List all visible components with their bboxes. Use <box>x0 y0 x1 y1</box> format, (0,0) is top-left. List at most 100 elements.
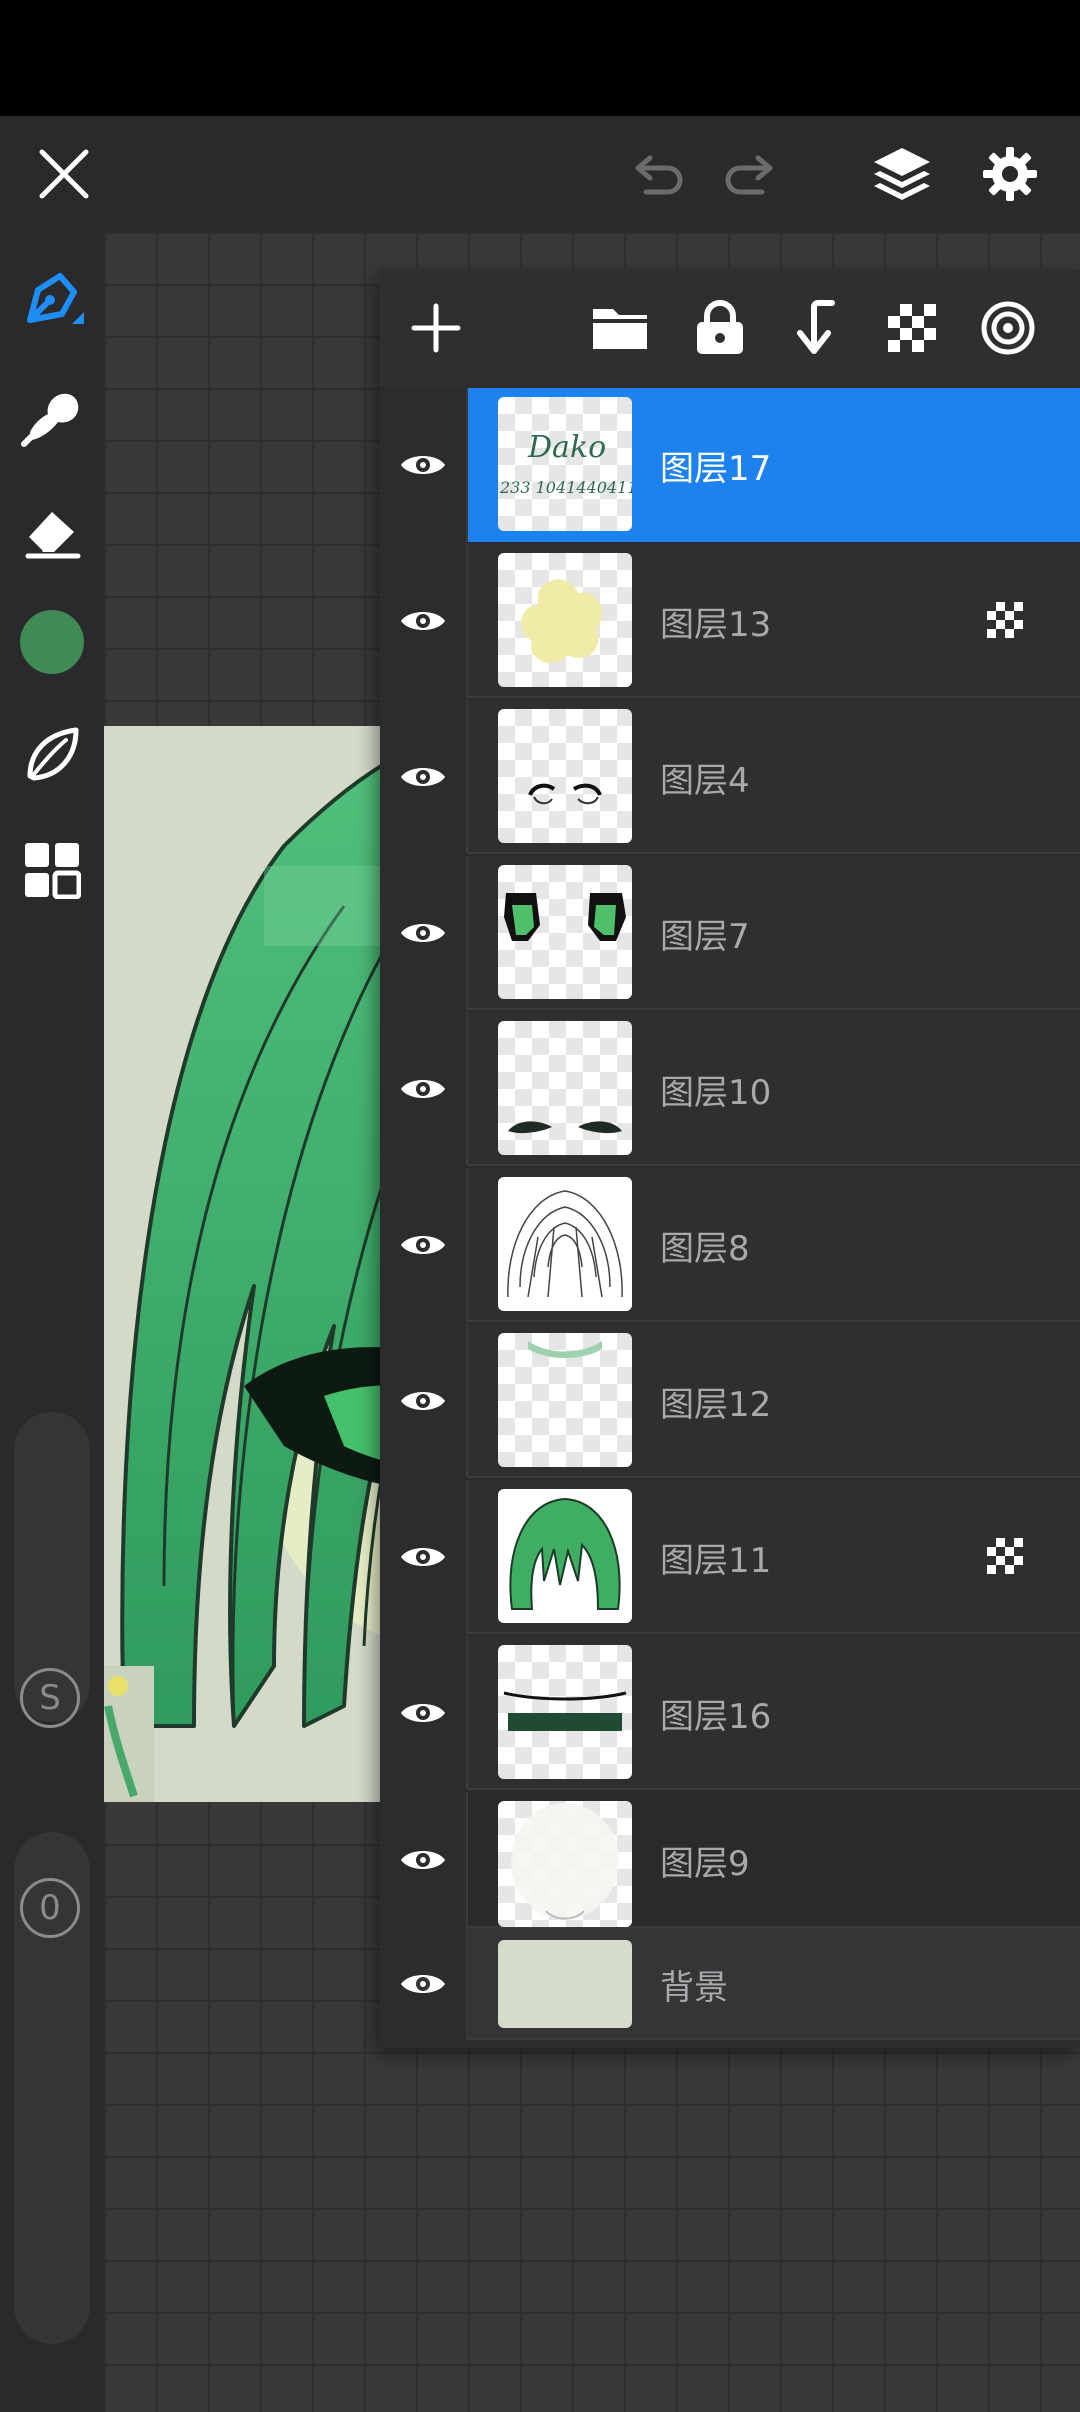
eye-icon <box>401 1080 445 1098</box>
merge-down-icon <box>797 300 835 354</box>
layer-visibility-toggle[interactable] <box>380 1480 468 1634</box>
brush-opacity-label: 0 <box>20 1878 80 1938</box>
color-swatch <box>20 610 84 674</box>
layer-name: 图层4 <box>660 760 750 801</box>
layer-row[interactable]: 图层9 <box>380 1792 1080 1928</box>
layer-thumbnail <box>498 1489 632 1623</box>
leaf-icon <box>27 727 79 781</box>
eye-icon <box>401 456 445 474</box>
undo-button[interactable] <box>608 116 704 232</box>
eye-icon <box>401 924 445 942</box>
redo-icon <box>725 155 773 195</box>
background-color-swatch <box>498 1940 632 2028</box>
layer-name: 图层13 <box>660 604 772 645</box>
layer-name: 图层16 <box>660 1696 772 1737</box>
layer-visibility-toggle[interactable] <box>380 1168 468 1322</box>
layer-visibility-toggle[interactable] <box>380 1792 468 1928</box>
redo-button[interactable] <box>704 116 800 232</box>
left-toolbar: S 0 <box>0 232 104 2412</box>
eye-icon <box>401 768 445 786</box>
layer-row[interactable]: 图层16 <box>380 1636 1080 1790</box>
gear-icon <box>983 147 1037 201</box>
eye-icon <box>401 1236 445 1254</box>
layer-name: 图层10 <box>660 1072 772 1113</box>
layer-row[interactable]: 图层10 <box>380 1012 1080 1166</box>
layer-visibility-toggle[interactable] <box>380 1324 468 1478</box>
thumb-signature-sub: 233 1041440411 <box>499 478 632 497</box>
layer-row[interactable]: 图层12 <box>380 1324 1080 1478</box>
layer-visibility-toggle[interactable] <box>380 1012 468 1166</box>
layer-row[interactable]: 图层7 <box>380 856 1080 1010</box>
close-icon <box>39 149 89 199</box>
blend-mode-icon <box>981 301 1035 355</box>
layer-row[interactable]: 图层13 <box>380 544 1080 698</box>
layer-thumbnail <box>498 1801 632 1927</box>
new-group-button[interactable] <box>580 288 660 368</box>
status-bar <box>0 0 1080 116</box>
eye-icon <box>401 612 445 630</box>
merge-down-button[interactable] <box>776 288 856 368</box>
eye-icon <box>401 1975 445 1993</box>
thumb-signature: Dako <box>527 430 606 465</box>
smudge-tool-button[interactable] <box>0 366 104 466</box>
layer-visibility-toggle[interactable] <box>380 856 468 1010</box>
settings-button[interactable] <box>962 116 1058 232</box>
layer-name: 背景 <box>660 1967 728 2008</box>
color-picker-button[interactable] <box>0 592 104 692</box>
layer-name: 图层17 <box>660 448 772 489</box>
layer-row[interactable]: 图层4 <box>380 700 1080 854</box>
gallery-menu-button[interactable] <box>0 820 104 920</box>
layers-icon <box>874 148 930 200</box>
layer-thumbnail <box>498 553 632 687</box>
lock-icon <box>697 300 743 354</box>
layer-thumbnail <box>498 1177 632 1311</box>
layer-thumbnail <box>498 1645 632 1779</box>
layer-row[interactable]: Dako 233 1041440411 图层17 <box>380 388 1080 542</box>
smudge-icon <box>21 393 79 447</box>
layer-name: 图层9 <box>660 1843 750 1884</box>
alpha-lock-icon <box>888 304 936 352</box>
layers-panel-toolbar <box>380 270 1080 386</box>
layer-thumbnail: Dako 233 1041440411 <box>498 397 632 531</box>
eye-icon <box>401 1548 445 1566</box>
blend-mode-button[interactable] <box>968 288 1048 368</box>
layer-visibility-toggle[interactable] <box>380 700 468 854</box>
brush-size-label: S <box>20 1668 80 1728</box>
clipping-mask-icon <box>987 602 1023 638</box>
layer-visibility-toggle[interactable] <box>380 1636 468 1790</box>
layer-row[interactable]: 图层11 <box>380 1480 1080 1634</box>
add-layer-icon <box>411 303 461 353</box>
layer-visibility-toggle[interactable] <box>380 388 468 542</box>
layers-panel: Dako 233 1041440411 图层17 图层13 图层4 图层7 图层… <box>380 270 1080 2048</box>
undo-icon <box>635 155 683 195</box>
layer-visibility-toggle[interactable] <box>380 544 468 698</box>
layer-name: 图层12 <box>660 1384 772 1425</box>
layer-thumbnail <box>498 865 632 999</box>
folder-icon <box>593 309 647 349</box>
alpha-lock-button[interactable] <box>872 288 952 368</box>
layers-button[interactable] <box>854 116 950 232</box>
eye-icon <box>401 1392 445 1410</box>
background-layer-row[interactable]: 背景 <box>380 1928 1080 2040</box>
top-toolbar <box>0 116 1080 232</box>
add-layer-button[interactable] <box>396 288 476 368</box>
layer-visibility-toggle[interactable] <box>380 1928 468 2040</box>
layer-row[interactable]: 图层8 <box>380 1168 1080 1322</box>
lock-layer-button[interactable] <box>680 288 760 368</box>
layer-name: 图层7 <box>660 916 750 957</box>
pen-tool-icon <box>27 273 84 324</box>
adjustments-button[interactable] <box>0 704 104 804</box>
layer-name: 图层8 <box>660 1228 750 1269</box>
layer-thumbnail <box>498 1333 632 1467</box>
clipping-mask-icon <box>987 1538 1023 1574</box>
eye-icon <box>401 1704 445 1722</box>
eraser-tool-button[interactable] <box>0 480 104 580</box>
eraser-icon <box>25 512 81 559</box>
layer-thumbnail <box>498 709 632 843</box>
grid-menu-icon <box>25 843 81 899</box>
layer-thumbnail <box>498 1021 632 1155</box>
layer-name: 图层11 <box>660 1540 772 1581</box>
close-button[interactable] <box>16 116 112 232</box>
eye-icon <box>401 1851 445 1869</box>
pen-tool-button[interactable] <box>0 252 104 352</box>
